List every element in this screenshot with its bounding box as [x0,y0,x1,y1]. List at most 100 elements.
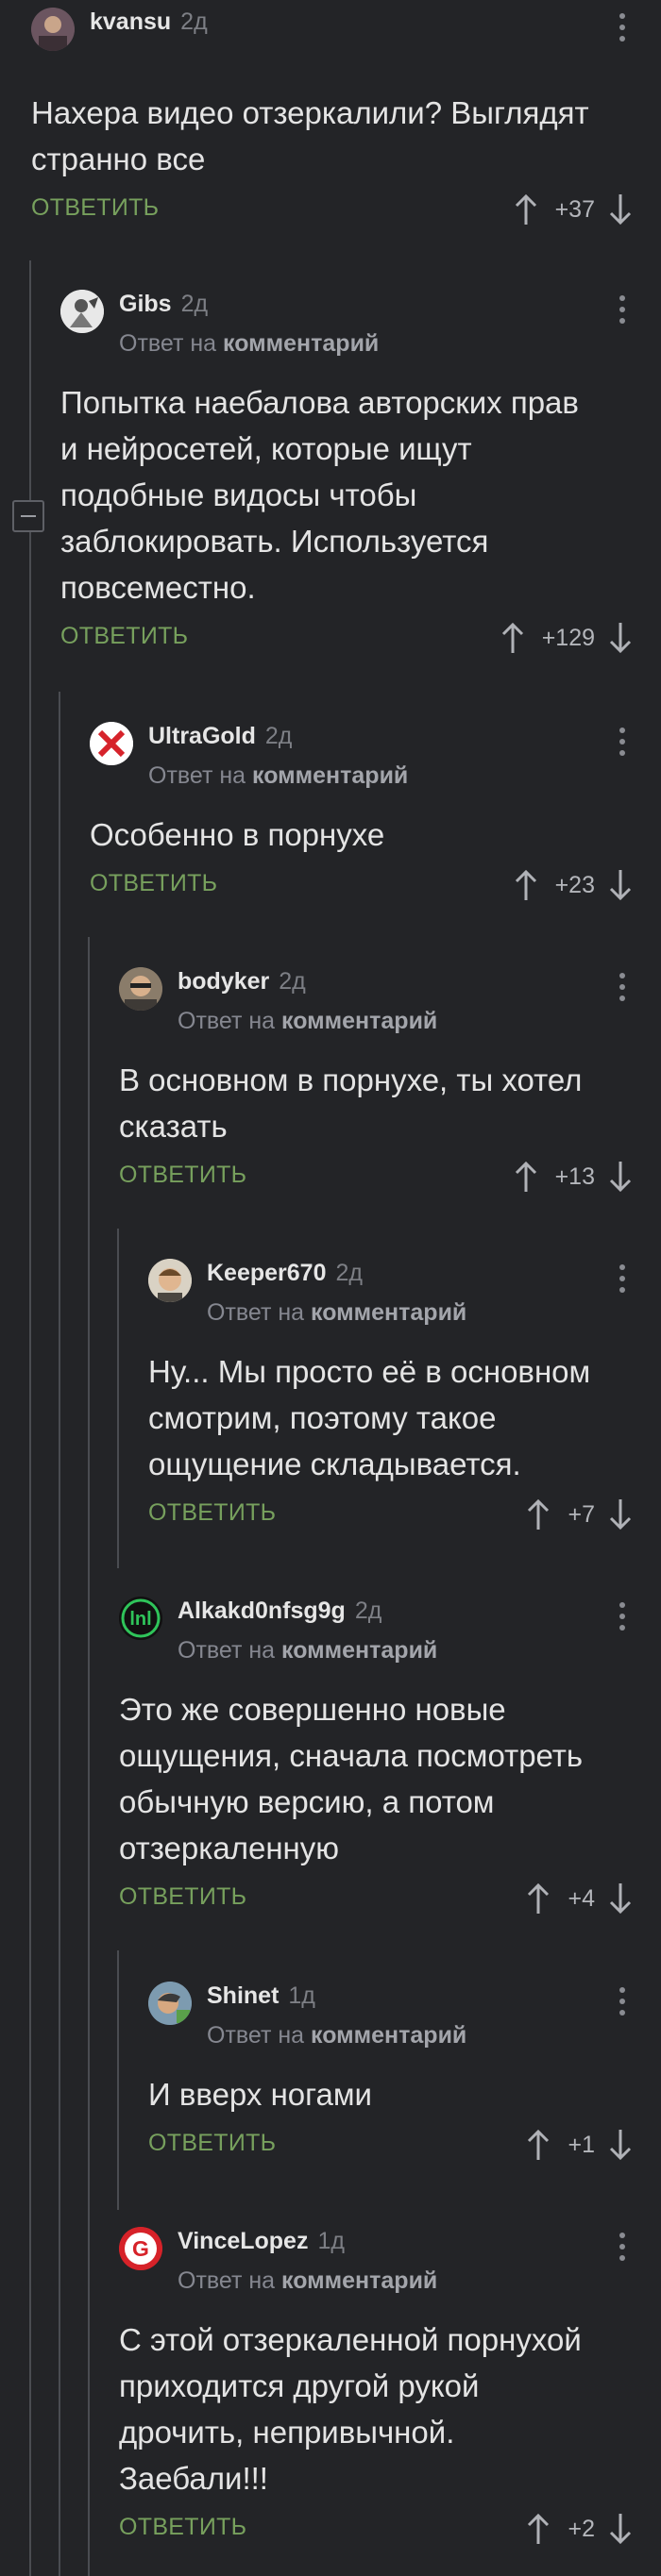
svg-text:G: G [132,2236,149,2261]
more-vertical-icon[interactable] [619,1264,627,1293]
arrow-down-icon[interactable] [608,1882,633,1915]
comment-text: И вверх ногами [148,2077,372,2112]
more-vertical-icon[interactable] [619,973,627,1001]
more-vertical-icon[interactable] [619,1987,627,2016]
reply-button[interactable]: ОТВЕТИТЬ [148,1499,276,1527]
arrow-down-icon[interactable] [608,2513,633,2545]
thread-line[interactable] [59,692,60,2576]
avatar[interactable] [148,1259,192,1302]
reply-button[interactable]: ОТВЕТИТЬ [148,2130,276,2157]
comment: Keeper670 2д Ответ на комментарий Ну... М… [148,1259,661,1539]
reply-button[interactable]: ОТВЕТИТЬ [60,623,188,650]
reply-to-link[interactable]: комментарий [281,2267,437,2294]
arrow-up-icon[interactable] [526,1498,551,1531]
reply-to: Ответ на комментарий [207,1299,467,1326]
avatar[interactable] [119,967,162,1011]
arrow-down-icon[interactable] [608,1498,633,1531]
comment-rating: +7 [568,1500,595,1528]
reply-button[interactable]: ОТВЕТИТЬ [119,1162,246,1189]
arrow-down-icon[interactable] [608,622,633,654]
comment-text: Это же совершенно новые ощущения, сначал… [119,1692,584,1865]
comment-rating: +37 [554,195,595,223]
arrow-down-icon[interactable] [608,1161,633,1193]
arrow-up-icon[interactable] [526,1882,551,1915]
reply-button[interactable]: ОТВЕТИТЬ [119,2514,246,2541]
comment: Gibs 2д Ответ на комментарий Попытка наеб… [60,290,661,662]
reply-button[interactable]: ОТВЕТИТЬ [31,194,159,222]
avatar[interactable]: G [119,2227,162,2270]
username[interactable]: kvansu 2д [90,8,208,36]
thread-line[interactable] [117,1950,119,2210]
comment-rating: +1 [568,2131,595,2158]
comment-age: 2д [279,968,306,995]
reply-to: Ответ на комментарий [207,2022,467,2049]
arrow-down-icon[interactable] [608,869,633,901]
arrow-up-icon[interactable] [526,2129,551,2161]
comment-age: 2д [180,8,208,35]
comment-rating: +129 [541,624,595,651]
comment-age: 2д [264,723,293,749]
comment-rating: +13 [554,1163,595,1190]
comment-age: 2д [335,1260,363,1286]
reply-button[interactable]: ОТВЕТИТЬ [119,1883,246,1911]
reply-to: Ответ на комментарий [178,2267,438,2294]
avatar[interactable] [148,1982,192,2025]
reply-to-link[interactable]: комментарий [281,1637,437,1664]
avatar[interactable] [90,722,133,765]
avatar[interactable] [31,8,75,51]
arrow-up-icon[interactable] [500,622,525,654]
comment: G VinceLopez 1д Ответ на комментарий С эт… [119,2227,661,2553]
comment-text: Нахера видео отзеркалили? Выглядят стран… [31,95,589,176]
comment-rating: +2 [568,2515,595,2542]
svg-text:lnl: lnl [129,1609,151,1630]
username[interactable]: Keeper670 2д [207,1259,363,1287]
comment: Shinet 1д Ответ на комментарий И вверх но… [148,1982,661,2169]
comment: bodyker 2д Ответ на комментарий В основно… [119,967,661,1201]
arrow-up-icon[interactable] [514,193,538,226]
reply-to: Ответ на комментарий [148,762,409,789]
arrow-down-icon[interactable] [608,2129,633,2161]
username[interactable]: VinceLopez 1д [178,2227,345,2255]
more-vertical-icon[interactable] [619,295,627,324]
username[interactable]: Alkakd0nfsg9g 2д [178,1597,381,1625]
collapse-thread-button[interactable] [12,500,44,532]
reply-button[interactable]: ОТВЕТИТЬ [90,870,217,897]
username[interactable]: Shinet 1д [207,1982,315,2010]
comment-rating: +23 [554,871,595,898]
arrow-up-icon[interactable] [514,1161,538,1193]
comment-text: С этой отзеркаленной порнухой приходится… [119,2322,582,2496]
more-vertical-icon[interactable] [619,1602,627,1631]
avatar[interactable]: lnl [119,1597,162,1640]
comment-age: 1д [288,1982,315,2009]
comment-text: В основном в порнухе, ты хотел сказать [119,1062,583,1144]
comment-text: Ну... Мы просто её в основном смотрим, п… [148,1354,591,1481]
reply-to: Ответ на комментарий [119,330,380,357]
arrow-up-icon[interactable] [526,2513,551,2545]
avatar[interactable] [60,290,104,333]
more-vertical-icon[interactable] [619,2233,627,2261]
thread-line[interactable] [88,937,90,2576]
reply-to: Ответ на комментарий [178,1008,438,1034]
comment-text: Попытка наебалова авторских прав и нейро… [60,385,579,605]
arrow-up-icon[interactable] [514,869,538,901]
comment-age: 2д [180,291,209,317]
minus-icon [21,515,36,517]
comment-age: 1д [317,2228,345,2254]
reply-to-link[interactable]: комментарий [311,2022,466,2049]
username[interactable]: UltraGold 2д [148,722,292,750]
username[interactable]: Gibs 2д [119,290,208,318]
reply-to-link[interactable]: комментарий [281,1008,437,1034]
comment-text: Особенно в порнухе [90,817,385,852]
comment-age: 2д [354,1597,382,1624]
thread-line[interactable] [29,260,31,2576]
reply-to-link[interactable]: комментарий [252,762,408,789]
more-vertical-icon[interactable] [619,728,627,756]
more-vertical-icon[interactable] [619,13,627,42]
reply-to-link[interactable]: комментарий [223,330,379,357]
arrow-down-icon[interactable] [608,193,633,226]
thread-line[interactable] [117,1229,119,1568]
reply-to-link[interactable]: комментарий [311,1299,466,1326]
comment: kvansu 2д Нахера видео отзеркалили? Выгля… [31,8,661,234]
username[interactable]: bodyker 2д [178,967,306,995]
comment: lnl Alkakd0nfsg9g 2д Ответ на комментарий… [119,1597,661,1923]
